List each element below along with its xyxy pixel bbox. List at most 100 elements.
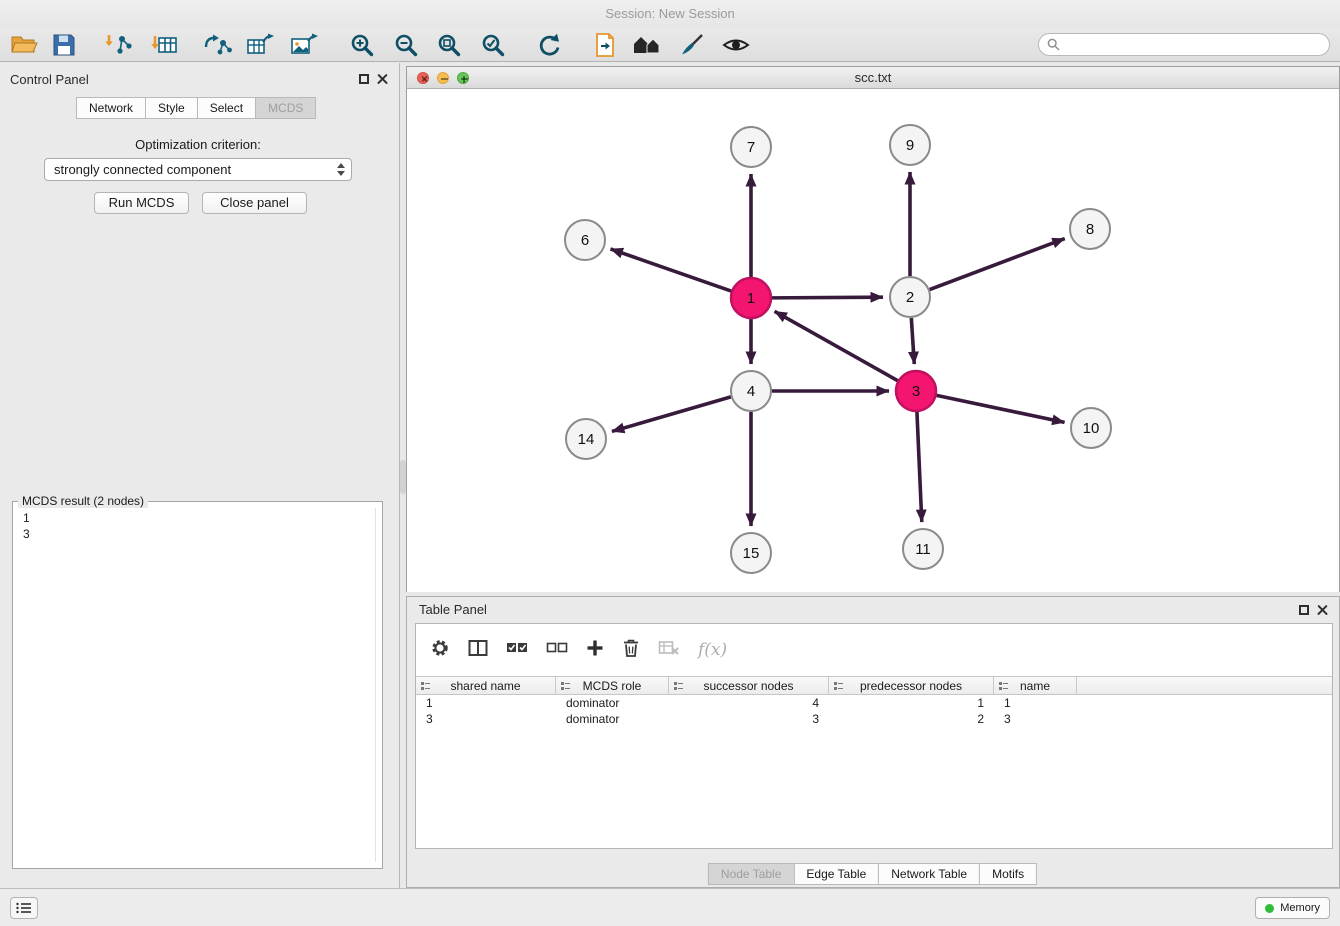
column-sort-icon [674, 682, 683, 691]
graph-node-label-10: 10 [1083, 420, 1100, 437]
table-panel: Table Panel [406, 596, 1340, 888]
table-tab-node-table[interactable]: Node Table [708, 863, 795, 885]
float-table-panel-button[interactable] [1299, 605, 1309, 615]
mcds-result-line: 3 [23, 526, 382, 542]
task-history-button[interactable] [10, 897, 38, 919]
copy-document-icon [593, 32, 617, 58]
column-sort-icon [561, 682, 570, 691]
table-cell[interactable]: dominator [556, 695, 669, 711]
graph-edge-4-14[interactable] [612, 397, 731, 432]
graph-edge-2-8[interactable] [930, 239, 1065, 290]
zoom-selected-button[interactable] [475, 30, 511, 59]
column-header-name[interactable]: name [994, 677, 1077, 694]
column-header-shared-name[interactable]: shared name [416, 677, 556, 694]
graph-edge-3-1[interactable] [775, 311, 898, 380]
graph-node-label-7: 7 [747, 139, 755, 156]
show-graphics-button[interactable] [718, 30, 754, 59]
zoom-in-button[interactable] [344, 30, 380, 59]
delete-table-button[interactable] [658, 639, 680, 662]
column-header-predecessor-nodes[interactable]: predecessor nodes [829, 677, 994, 694]
application-window: Session: New Session [0, 0, 1340, 926]
table-tab-network-table[interactable]: Network Table [878, 863, 980, 885]
status-bar: Memory [0, 888, 1340, 926]
mcds-result-list: 13 [13, 502, 382, 542]
search-input[interactable] [1065, 38, 1321, 52]
export-network-icon [203, 33, 233, 57]
table-panel-tabs: Node TableEdge TableNetwork TableMotifs [709, 863, 1037, 885]
add-column-button[interactable] [586, 639, 604, 662]
export-network-button[interactable] [200, 30, 236, 59]
export-table-button[interactable] [242, 30, 278, 59]
table-cell[interactable]: 3 [669, 711, 829, 727]
column-header-label: predecessor nodes [860, 679, 962, 693]
control-tab-mcds[interactable]: MCDS [255, 97, 316, 119]
gear-icon [430, 638, 450, 658]
graph-edge-3-10[interactable] [937, 395, 1065, 422]
close-panel-button[interactable]: Close panel [202, 192, 307, 214]
select-all-icon [506, 640, 528, 656]
deselect-all-button[interactable] [546, 640, 568, 661]
home-button[interactable] [629, 30, 665, 59]
graph-edge-2-3[interactable] [911, 318, 914, 364]
zoom-selected-icon [481, 33, 505, 57]
save-session-button[interactable] [46, 30, 82, 59]
result-scrollbar[interactable] [375, 508, 376, 862]
table-cell[interactable]: 1 [416, 695, 556, 711]
optimization-criterion-dropdown[interactable]: strongly connected component [44, 158, 352, 181]
memory-button[interactable]: Memory [1255, 897, 1330, 919]
export-table-icon [246, 33, 274, 57]
zoom-fit-button[interactable] [431, 30, 467, 59]
mcds-result-title: MCDS result (2 nodes) [18, 494, 148, 508]
graph-edge-1-6[interactable] [610, 249, 731, 291]
export-image-button[interactable] [286, 30, 322, 59]
close-window-button[interactable] [417, 72, 429, 84]
table-cell[interactable]: 1 [829, 695, 994, 711]
table-cell[interactable]: 2 [829, 711, 994, 727]
import-network-button[interactable] [100, 30, 136, 59]
apply-style-button[interactable] [674, 30, 710, 59]
column-sort-icon [999, 682, 1008, 691]
delete-column-button[interactable] [622, 638, 640, 663]
column-header-successor-nodes[interactable]: successor nodes [669, 677, 829, 694]
refresh-icon [536, 33, 562, 57]
zoom-fit-icon [437, 33, 461, 57]
control-tab-style[interactable]: Style [145, 97, 198, 119]
show-columns-button[interactable] [468, 639, 488, 662]
maximize-window-button[interactable] [457, 72, 469, 84]
graph-edge-1-2[interactable] [772, 297, 883, 298]
memory-label: Memory [1280, 902, 1320, 914]
network-canvas[interactable]: 7968124314101511 [407, 89, 1339, 592]
close-table-panel-button[interactable] [1316, 603, 1329, 616]
graph-node-label-6: 6 [581, 232, 589, 249]
table-tab-motifs[interactable]: Motifs [979, 863, 1037, 885]
table-cell[interactable]: dominator [556, 711, 669, 727]
zoom-out-button[interactable] [388, 30, 424, 59]
select-all-button[interactable] [506, 640, 528, 661]
column-header-MCDS-role[interactable]: MCDS role [556, 677, 669, 694]
copy-network-button[interactable] [587, 30, 623, 59]
table-cell[interactable]: 4 [669, 695, 829, 711]
graph-node-label-11: 11 [915, 541, 931, 558]
table-cell[interactable]: 1 [994, 695, 1077, 711]
table-tab-edge-table[interactable]: Edge Table [793, 863, 879, 885]
graph-edge-3-11[interactable] [917, 412, 922, 522]
table-cell[interactable]: 3 [994, 711, 1077, 727]
dropdown-value: strongly connected component [54, 162, 231, 177]
function-builder-button[interactable]: f(x) [698, 640, 727, 660]
run-mcds-button[interactable]: Run MCDS [94, 192, 189, 214]
close-panel-icon-button[interactable] [376, 72, 389, 85]
table-cell[interactable]: 3 [416, 711, 556, 727]
import-table-button[interactable] [146, 30, 182, 59]
table-settings-button[interactable] [430, 638, 450, 663]
graph-node-label-3: 3 [912, 383, 920, 400]
open-file-button[interactable] [6, 30, 42, 59]
control-tab-select[interactable]: Select [197, 97, 256, 119]
import-network-icon [103, 33, 133, 57]
optimization-criterion-label: Optimization criterion: [0, 137, 396, 152]
network-graph[interactable]: 7968124314101511 [407, 89, 1339, 592]
control-tab-network[interactable]: Network [76, 97, 146, 119]
search-box[interactable] [1038, 33, 1330, 56]
refresh-button[interactable] [531, 30, 567, 59]
minimize-window-button[interactable] [437, 72, 449, 84]
float-panel-button[interactable] [359, 74, 369, 84]
